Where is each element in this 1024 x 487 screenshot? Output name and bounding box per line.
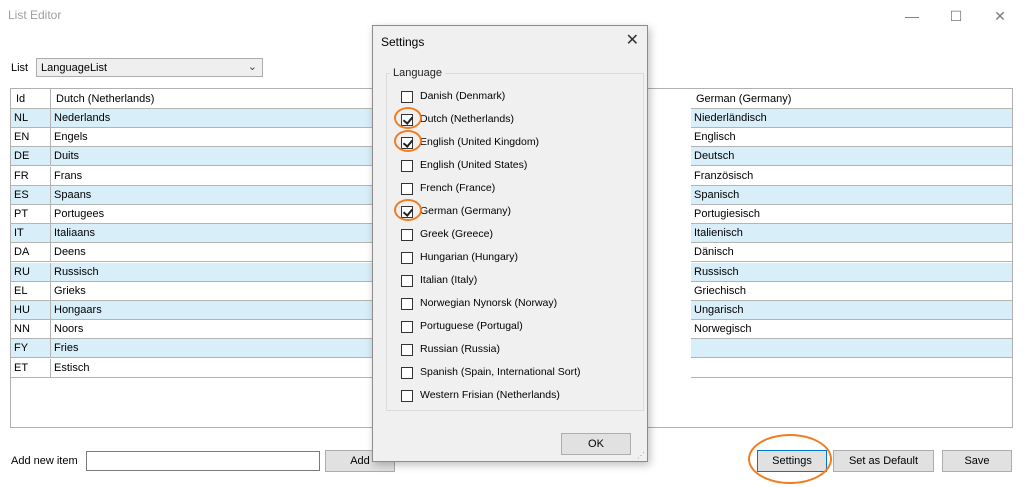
language-checkbox-label: Portuguese (Portugal) <box>420 320 523 332</box>
list-dropdown-value: LanguageList <box>41 62 108 74</box>
checkbox-highlight-ring <box>394 199 422 221</box>
cell-dutch[interactable]: Spaans <box>51 185 374 205</box>
cell-german[interactable]: Französisch <box>691 167 1012 186</box>
cell-german[interactable]: Niederländisch <box>691 109 1012 128</box>
checkbox-unchecked-icon[interactable] <box>401 321 413 333</box>
cell-dutch[interactable]: Portugees <box>51 205 374 224</box>
cell-id[interactable]: IT <box>11 224 51 244</box>
cell-german[interactable] <box>691 359 1012 378</box>
checkbox-unchecked-icon[interactable] <box>401 344 413 356</box>
cell-dutch[interactable]: Russisch <box>51 262 374 282</box>
cell-id[interactable]: PT <box>11 205 51 224</box>
cell-dutch[interactable]: Nederlands <box>51 109 374 128</box>
checkbox-unchecked-icon[interactable] <box>401 298 413 310</box>
checkbox-unchecked-icon[interactable] <box>401 183 413 195</box>
checkbox-unchecked-icon[interactable] <box>401 390 413 402</box>
language-checkbox-label: Hungarian (Hungary) <box>420 251 519 263</box>
cell-dutch[interactable]: Grieks <box>51 281 374 301</box>
cell-german[interactable]: Griechisch <box>691 282 1012 301</box>
cell-german[interactable]: Spanisch <box>691 185 1012 205</box>
language-checkbox-label: Greek (Greece) <box>420 228 493 240</box>
language-checkbox-label: Norwegian Nynorsk (Norway) <box>420 297 558 309</box>
cell-german[interactable]: Russisch <box>691 262 1012 282</box>
dialog-close-icon[interactable]: ✕ <box>626 30 639 50</box>
cell-german[interactable]: Italienisch <box>691 224 1012 244</box>
language-checkbox-label: German (Germany) <box>420 205 512 217</box>
language-checkbox-label: Spanish (Spain, International Sort) <box>420 366 581 378</box>
cell-dutch[interactable]: Italiaans <box>51 224 374 244</box>
cell-id[interactable]: EN <box>11 128 51 148</box>
cell-german[interactable]: Portugiesisch <box>691 205 1012 224</box>
checkbox-unchecked-icon[interactable] <box>401 367 413 379</box>
resize-grip-icon[interactable]: ⋰ <box>637 451 645 460</box>
cell-dutch[interactable]: Engels <box>51 128 374 148</box>
language-checkbox-label: Dutch (Netherlands) <box>420 113 514 125</box>
language-group-label: Language <box>390 67 445 79</box>
ok-button[interactable]: OK <box>561 433 631 455</box>
chevron-down-icon: ⌄ <box>247 61 257 73</box>
cell-dutch[interactable]: Noors <box>51 320 374 340</box>
window-title: List Editor <box>8 8 62 22</box>
cell-dutch[interactable]: Fries <box>51 339 374 359</box>
add-item-label: Add new item <box>11 455 78 467</box>
checkbox-unchecked-icon[interactable] <box>401 275 413 287</box>
language-checkbox-label: Russian (Russia) <box>420 343 500 355</box>
list-label: List <box>11 62 29 74</box>
cell-id[interactable]: DA <box>11 243 51 263</box>
checkbox-unchecked-icon[interactable] <box>401 229 413 241</box>
column-header-german[interactable]: German (Germany) <box>691 89 1012 109</box>
language-checkbox-label: Western Frisian (Netherlands) <box>420 389 560 401</box>
cell-german[interactable]: Norwegisch <box>691 320 1012 340</box>
cell-dutch[interactable]: Deens <box>51 243 374 263</box>
add-item-input[interactable] <box>86 451 320 471</box>
cell-german[interactable]: Dänisch <box>691 243 1012 263</box>
column-header-dutch[interactable]: Dutch (Netherlands) <box>51 89 374 109</box>
cell-id[interactable]: NN <box>11 320 51 340</box>
cell-id[interactable]: ES <box>11 185 51 205</box>
maximize-icon[interactable]: ☐ <box>941 6 971 26</box>
cell-dutch[interactable]: Estisch <box>51 358 374 378</box>
list-dropdown[interactable]: LanguageList ⌄ <box>36 58 263 77</box>
dialog-title: Settings <box>381 35 425 49</box>
language-checkbox-label: English (United States) <box>420 159 528 171</box>
cell-id[interactable]: HU <box>11 301 51 320</box>
cell-id[interactable]: FR <box>11 166 51 186</box>
language-checkbox-label: French (France) <box>420 182 496 194</box>
checkbox-unchecked-icon[interactable] <box>401 91 413 103</box>
cell-german[interactable]: Ungarisch <box>691 301 1012 320</box>
cell-id[interactable]: NL <box>11 109 51 128</box>
cell-id[interactable]: FY <box>11 339 51 359</box>
column-header-id[interactable]: Id <box>11 89 51 109</box>
save-button[interactable]: Save <box>942 450 1012 472</box>
cell-id[interactable]: DE <box>11 147 51 167</box>
checkbox-unchecked-icon[interactable] <box>401 160 413 172</box>
set-as-default-button[interactable]: Set as Default <box>833 450 934 472</box>
cell-german[interactable]: Englisch <box>691 128 1012 148</box>
close-icon[interactable]: ✕ <box>985 6 1015 26</box>
cell-dutch[interactable]: Duits <box>51 147 374 167</box>
cell-id[interactable]: ET <box>11 358 51 378</box>
cell-id[interactable]: EL <box>11 281 51 301</box>
cell-id[interactable]: RU <box>11 262 51 282</box>
language-checkbox-label: Italian (Italy) <box>420 274 478 286</box>
cell-dutch[interactable]: Hongaars <box>51 301 374 320</box>
cell-german[interactable] <box>691 339 1012 359</box>
cell-german[interactable]: Deutsch <box>691 147 1012 167</box>
settings-highlight-ring <box>748 434 832 484</box>
checkbox-highlight-ring <box>394 107 422 129</box>
checkbox-highlight-ring <box>394 130 422 152</box>
language-checkbox-label: Danish (Denmark) <box>420 90 506 102</box>
cell-dutch[interactable]: Frans <box>51 166 374 186</box>
settings-dialog: Settings ✕ Language Danish (Denmark) Dutc… <box>372 25 648 462</box>
minimize-icon[interactable]: — <box>897 6 927 26</box>
language-checkbox-label: English (United Kingdom) <box>420 136 540 148</box>
checkbox-unchecked-icon[interactable] <box>401 252 413 264</box>
